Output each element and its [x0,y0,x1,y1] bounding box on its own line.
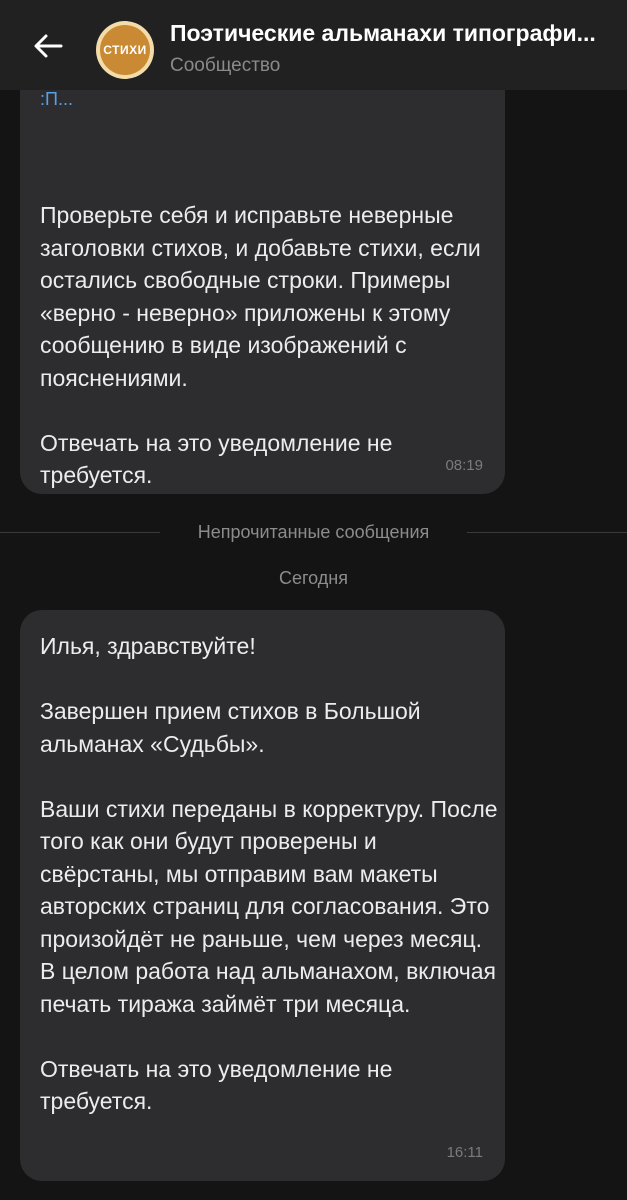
chat-subtitle: Сообщество [170,55,281,76]
message-time: 16:11 [446,1143,483,1161]
message-paragraph: Илья, здравствуйте! [40,633,256,659]
arrow-left-icon [34,34,63,58]
unread-separator: Непрочитанные сообщения [0,516,627,548]
avatar-logo: СТИХИ [100,25,150,75]
message-paragraph: Проверьте себя и исправьте неверные заго… [40,202,481,391]
date-label: Сегодня [279,568,348,588]
message-paragraph: Отвечать на это уведомление не требуется… [40,1055,393,1115]
message-time: 08:19 [445,456,483,474]
message-text: Проверьте себя и исправьте неверные заго… [40,199,495,492]
avatar[interactable]: СТИХИ [96,21,154,79]
chat-title[interactable]: Поэтические альманахи типографи... [170,20,620,47]
message-paragraph: Ваши стихи переданы в корректуру. После … [40,795,498,1017]
back-button[interactable] [28,26,68,66]
message-text: Илья, здравствуйте! Завершен прием стихо… [40,630,500,1118]
message-paragraph: Завершен прием стихов в Большой альманах… [40,698,421,757]
chat-header: СТИХИ Поэтические альманахи типографи...… [0,0,627,90]
message-paragraph: Отвечать на это уведомление не требуется… [40,429,393,489]
unread-label: Непрочитанные сообщения [197,522,430,542]
message-bubble[interactable]: Илья, здравствуйте! Завершен прием стихо… [20,610,505,1181]
truncated-link[interactable]: :П... [40,90,73,108]
message-bubble[interactable]: :П... Проверьте себя и исправьте неверны… [20,56,505,494]
